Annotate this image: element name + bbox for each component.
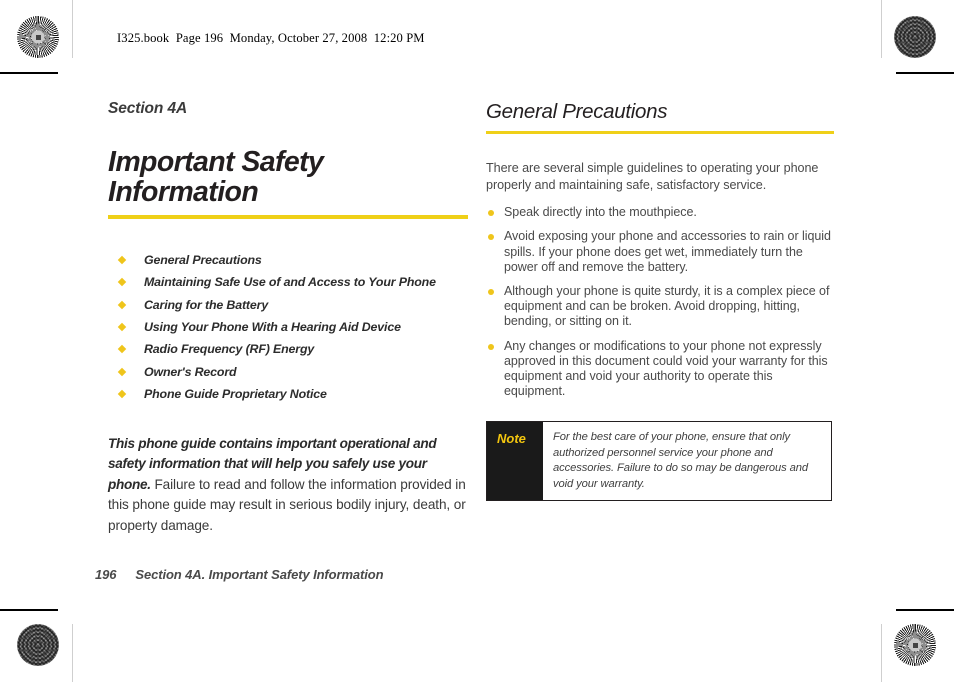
- round-bullet-icon: [488, 210, 494, 217]
- vertical-guide-line: [72, 624, 73, 682]
- note-callout-box: Note For the best care of your phone, en…: [486, 421, 832, 502]
- toc-item-label: Using Your Phone With a Hearing Aid Devi…: [144, 320, 401, 335]
- bullet-text: Any changes or modifications to your pho…: [504, 338, 828, 399]
- registration-mark-right-middle: [896, 318, 940, 362]
- registration-mark-left-middle: [13, 318, 57, 362]
- list-item[interactable]: Owner's Record: [108, 361, 468, 383]
- bullet-text: Avoid exposing your phone and accessorie…: [504, 229, 831, 274]
- diamond-bullet-icon: [117, 300, 127, 309]
- right-column: General Precautions There are several si…: [486, 100, 834, 502]
- title-accent-rule: [108, 214, 468, 219]
- round-bullet-icon: [488, 343, 494, 350]
- list-item[interactable]: Maintaining Safe Use of and Access to Yo…: [108, 271, 468, 293]
- registration-mark-bottom-center: [455, 623, 499, 667]
- footer-running-title: Section 4A. Important Safety Information: [135, 567, 384, 582]
- registration-mark-bottom-right: [841, 625, 885, 669]
- registration-mark-bottom-left: [68, 625, 112, 669]
- intro-rest-text: Failure to read and follow the informati…: [108, 476, 466, 533]
- registration-mark-top-corner-right: [896, 62, 940, 106]
- registration-mark-bottom-corner-right: [896, 562, 940, 606]
- diamond-bullet-icon: [117, 255, 127, 265]
- footer-page-number: 196: [95, 567, 117, 582]
- note-label: Note: [487, 422, 543, 501]
- bullet-text: Speak directly into the mouthpiece.: [504, 205, 697, 220]
- toc-item-label: Maintaining Safe Use of and Access to Yo…: [144, 275, 436, 290]
- list-item[interactable]: Using Your Phone With a Hearing Aid Devi…: [108, 316, 468, 338]
- trim-line-bottom-right: [896, 609, 954, 611]
- precautions-list: Speak directly into the mouthpiece. Avoi…: [486, 205, 834, 399]
- left-column: Section 4A Important Safety Information …: [108, 100, 468, 536]
- starburst-registration-target: [17, 16, 59, 58]
- list-item: Avoid exposing your phone and accessorie…: [486, 229, 834, 275]
- list-item[interactable]: Caring for the Battery: [108, 294, 468, 316]
- bullet-text: Although your phone is quite sturdy, it …: [504, 284, 830, 329]
- list-item[interactable]: Radio Frequency (RF) Energy: [108, 338, 468, 360]
- toc-item-label: Owner's Record: [144, 364, 237, 379]
- diamond-bullet-icon: [117, 390, 127, 399]
- registration-mark-top-left: [68, 13, 112, 57]
- vertical-guide-line: [881, 0, 882, 58]
- trim-line-top-left: [0, 72, 58, 74]
- section-intro-paragraph: There are several simple guidelines to o…: [486, 161, 819, 192]
- intro-paragraph: This phone guide contains important oper…: [108, 434, 468, 537]
- list-item[interactable]: General Precautions: [108, 249, 468, 271]
- section-heading: General Precautions: [486, 100, 668, 123]
- toc-item-label: Radio Frequency (RF) Energy: [144, 342, 315, 357]
- knot-registration-target: [894, 16, 936, 58]
- trim-line-top-right: [896, 72, 954, 74]
- round-bullet-icon: [488, 289, 494, 295]
- registration-mark-top-right: [841, 13, 885, 57]
- diamond-bullet-icon: [117, 278, 127, 287]
- print-header-stamp: I325.book Page 196 Monday, October 27, 2…: [117, 31, 425, 45]
- diamond-bullet-icon: [117, 322, 127, 332]
- list-item: Speak directly into the mouthpiece.: [486, 205, 834, 220]
- registration-mark-bottom-corner-left: [13, 562, 57, 606]
- vertical-guide-line: [881, 624, 882, 682]
- round-bullet-icon: [488, 234, 494, 241]
- list-item: Although your phone is quite sturdy, it …: [486, 284, 834, 330]
- registration-mark-top-corner-left: [13, 62, 57, 106]
- note-text: For the best care of your phone, ensure …: [553, 431, 808, 490]
- vertical-guide-line: [72, 0, 73, 58]
- page-footer: 196 Section 4A. Important Safety Informat…: [95, 567, 384, 582]
- toc-item-label: General Precautions: [144, 252, 262, 267]
- list-item[interactable]: Phone Guide Proprietary Notice: [108, 383, 468, 405]
- section-label: Section 4A: [108, 100, 188, 117]
- toc-item-label: Phone Guide Proprietary Notice: [144, 387, 327, 402]
- toc-item-label: Caring for the Battery: [144, 297, 269, 312]
- trim-line-bottom-left: [0, 609, 58, 611]
- knot-registration-target: [17, 624, 59, 666]
- diamond-bullet-icon: [117, 345, 127, 354]
- page-title: Important Safety Information: [108, 146, 324, 208]
- diamond-bullet-icon: [117, 367, 127, 377]
- section-accent-rule: [486, 131, 834, 134]
- table-of-contents-list: General Precautions Maintaining Safe Use…: [108, 249, 468, 406]
- list-item: Any changes or modifications to your pho…: [486, 339, 834, 400]
- starburst-registration-target: [894, 624, 936, 666]
